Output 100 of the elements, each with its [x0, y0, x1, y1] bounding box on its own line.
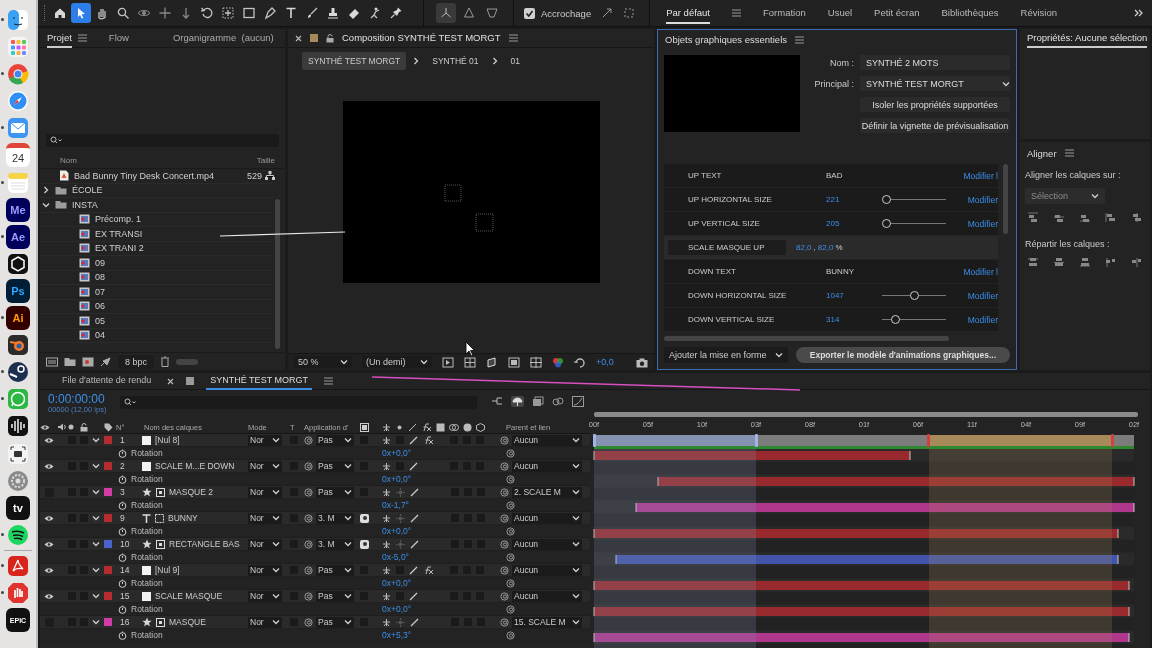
property-value[interactable]: 82,0 [796, 243, 812, 252]
zoom-dropdown[interactable]: 50 % [294, 356, 352, 368]
current-time[interactable]: 0:00:00:00 [48, 393, 107, 405]
parent-dropdown[interactable]: Aucun [512, 434, 582, 446]
project-item-name[interactable]: 06 [95, 301, 105, 312]
rotation-value[interactable]: 0x+0,0° [382, 526, 500, 536]
rotation-value[interactable]: 0x-1,7° [382, 500, 500, 510]
layer-name[interactable]: [Nul 9] [155, 565, 180, 575]
project-item-name[interactable]: Précomp. 1 [95, 214, 142, 225]
blend-mode-dropdown[interactable]: Nor [248, 590, 282, 602]
panel-tab[interactable]: Organigramme (aucun) [172, 29, 274, 48]
layer-row[interactable]: 1 [Nul 8] Nor Pas Aucun [40, 434, 590, 447]
blend-mode-dropdown[interactable]: Nor [248, 616, 282, 628]
property-value[interactable]: 1047 [826, 291, 882, 300]
rotation-value[interactable]: 0x+0,0° [382, 604, 500, 614]
project-item-name[interactable]: 04 [95, 330, 105, 341]
parent-dropdown[interactable]: 15. SCALE M [512, 616, 582, 628]
layer-row[interactable]: 9 BUNNY Nor 3. M Aucun [40, 512, 590, 525]
project-item-name[interactable]: ÉCOLE [72, 185, 103, 196]
rotation-value[interactable]: 0x+0,0° [382, 474, 500, 484]
column-header[interactable]: Nom [60, 156, 77, 165]
project-item-name[interactable]: 07 [95, 286, 105, 297]
edit-link[interactable]: Modifier [961, 194, 998, 205]
app-tile[interactable]: Ae [6, 224, 30, 249]
track-matte-dropdown[interactable]: Pas [316, 590, 354, 602]
composition-tab[interactable]: Composition SYNTHÉ TEST MORGT [342, 29, 501, 48]
layer-name[interactable]: BUNNY [168, 513, 198, 523]
edit-link[interactable]: Modifier l [963, 170, 998, 181]
timeline-tab[interactable]: File d'attente de rendu [58, 372, 156, 390]
parent-dropdown[interactable]: 2. SCALE M [512, 486, 582, 498]
breadcrumb[interactable]: SYNTHÉ TEST MORGT [302, 52, 407, 70]
project-item-name[interactable]: Bad Bunny Tiny Desk Concert.mp4 [74, 170, 215, 181]
track-matte-dropdown[interactable]: 3. M [316, 538, 354, 550]
layer-row[interactable]: 14 [Nul 9] Nor Pas Aucun [40, 564, 590, 577]
layer-name[interactable]: MASQUE [169, 617, 206, 627]
breadcrumb[interactable]: SYNTHÉ 01 [426, 52, 485, 70]
project-item-name[interactable]: 05 [95, 315, 105, 326]
exposure-value[interactable]: +0,0 [596, 357, 614, 367]
export-button[interactable]: Exporter le modèle d'animations graphiques... [795, 347, 1010, 363]
layer-name[interactable]: SCALE M...E DOWN [155, 461, 235, 471]
project-item-name[interactable]: 08 [95, 272, 105, 283]
layer-row[interactable]: 16 MASQUE Nor Pas 15. SCALE M [40, 616, 590, 629]
rotation-value[interactable]: 0x-5,0° [382, 552, 500, 562]
bit-depth-button[interactable]: 8 bpc [118, 354, 155, 369]
track-matte-dropdown[interactable]: 3. M [316, 512, 354, 524]
workspace-tab[interactable]: Usuel [827, 2, 853, 24]
blend-mode-dropdown[interactable]: Nor [248, 460, 282, 472]
layer-row[interactable]: 15 SCALE MASQUE Nor Pas Aucun [40, 590, 590, 603]
timeline-tab[interactable]: SYNTHÉ TEST MORGT [206, 372, 312, 390]
blend-mode-dropdown[interactable]: Nor [248, 538, 282, 550]
project-item-name[interactable]: INSTA [72, 199, 98, 210]
workspace-tab[interactable]: Petit écran [874, 2, 920, 24]
panel-tab[interactable]: Projet [47, 29, 72, 48]
rotation-value[interactable]: 0x+0,0° [382, 578, 500, 588]
app-tile[interactable]: Ai [6, 306, 30, 331]
parent-dropdown[interactable]: Aucun [512, 564, 582, 576]
calendar-tile[interactable]: 24 [6, 143, 30, 168]
parent-dropdown[interactable]: Aucun [512, 590, 582, 602]
workspace-tab[interactable]: Par défaut [666, 2, 710, 24]
layer-name[interactable]: MASQUE 2 [169, 487, 213, 497]
breadcrumb[interactable]: 01 [504, 52, 527, 70]
parent-dropdown[interactable]: Aucun [512, 512, 582, 524]
layer-row[interactable]: 2 SCALE M...E DOWN Nor Pas Aucun [40, 460, 590, 473]
align-target-dropdown[interactable]: Sélection [1025, 188, 1105, 204]
workspace-tab[interactable]: Révision [1020, 2, 1057, 24]
workspace-tab[interactable]: Formation [763, 2, 806, 24]
edit-link[interactable]: Modifier [961, 314, 998, 325]
project-item-name[interactable]: EX TRANSI [95, 228, 143, 239]
name-field[interactable]: SYNTHÉ 2 MOTS [860, 55, 1010, 70]
app-tile[interactable]: Me [6, 197, 30, 222]
parent-dropdown[interactable]: Aucun [512, 460, 582, 472]
property-value[interactable]: 221 [826, 195, 882, 204]
project-item-name[interactable]: EX TRANI 2 [95, 243, 144, 254]
panel-tab[interactable]: Flow [108, 29, 129, 48]
parent-dropdown[interactable]: Aucun [512, 538, 582, 550]
property-value[interactable]: 205 [826, 219, 882, 228]
layer-name[interactable]: SCALE MASQUE [155, 591, 223, 601]
layer-row[interactable]: 10 RECTANGLE BAS Nor 3. M Aucun [40, 538, 590, 551]
blend-mode-dropdown[interactable]: Nor [248, 564, 282, 576]
blend-mode-dropdown[interactable]: Nor [248, 512, 282, 524]
property-value[interactable]: 82,0 [817, 243, 834, 252]
column-header[interactable]: Taille [256, 156, 275, 165]
property-value[interactable]: 314 [826, 315, 882, 324]
edit-link[interactable]: Modifier [961, 290, 998, 301]
app-tile[interactable]: tv [6, 495, 30, 520]
rotation-value[interactable]: 0x+0,0° [382, 448, 500, 458]
format-dropdown[interactable]: Ajouter la mise en forme [664, 347, 788, 363]
blend-mode-dropdown[interactable]: Nor [248, 434, 282, 446]
action-button[interactable]: Définir la vignette de prévisualisation [860, 118, 1010, 133]
edit-link[interactable]: Modifier l [963, 266, 998, 277]
rotation-value[interactable]: 0x+5,3° [382, 630, 500, 640]
primary-dropdown[interactable]: SYNTHÉ TEST MORGT [860, 76, 1010, 91]
project-item-name[interactable]: 09 [95, 257, 105, 268]
track-matte-dropdown[interactable]: Pas [316, 486, 354, 498]
track-matte-dropdown[interactable]: Pas [316, 564, 354, 576]
edit-link[interactable]: Modifier [961, 218, 998, 229]
layer-name[interactable]: RECTANGLE BAS [169, 539, 240, 549]
layer-row[interactable]: 3 MASQUE 2 Nor Pas 2. SCALE M [40, 486, 590, 499]
layer-name[interactable]: [Nul 8] [155, 435, 180, 445]
blend-mode-dropdown[interactable]: Nor [248, 486, 282, 498]
